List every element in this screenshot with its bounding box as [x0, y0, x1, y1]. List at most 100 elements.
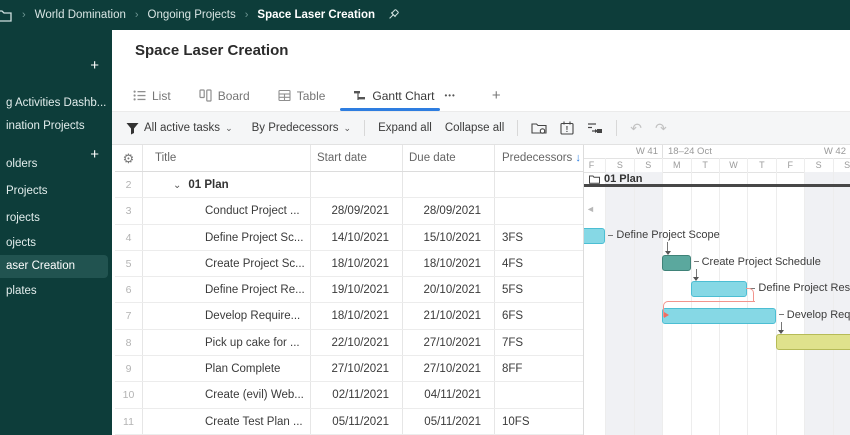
- due-date-cell[interactable]: 04/11/2021: [403, 382, 495, 408]
- task-title-cell[interactable]: Define Project Sc...: [143, 224, 311, 250]
- gantt-bar-label: Define Project Resources: [750, 280, 850, 296]
- predecessors-cell[interactable]: 6FS: [495, 303, 579, 328]
- gantt-bar[interactable]: [690, 281, 748, 298]
- start-date-cell[interactable]: 02/11/2021: [311, 382, 403, 408]
- tab-add-icon[interactable]: +: [492, 87, 501, 104]
- gantt-gridline: [633, 158, 635, 435]
- predecessors-cell[interactable]: 10FS: [495, 409, 579, 434]
- table-row[interactable]: 8 Pick up cake for ... 22/10/2021 27/10/202…: [115, 329, 583, 357]
- task-title-cell[interactable]: Create Test Plan ...: [143, 408, 311, 434]
- day-header: S: [616, 160, 623, 170]
- sort-desc-icon[interactable]: ↓: [575, 145, 581, 172]
- day-header: F: [588, 160, 595, 170]
- expand-all-button[interactable]: Expand all: [378, 122, 432, 134]
- workspace-folder-icon[interactable]: [0, 7, 13, 23]
- undo-icon[interactable]: ↶: [630, 120, 642, 137]
- start-date-cell[interactable]: 19/10/2021: [311, 277, 403, 303]
- sidebar-add-icon[interactable]: +: [90, 58, 99, 73]
- start-date-cell[interactable]: 14/10/2021: [311, 224, 403, 250]
- table-row[interactable]: 11 Create Test Plan ... 05/11/2021 05/11/20…: [115, 408, 583, 435]
- due-date-cell[interactable]: [403, 172, 495, 198]
- predecessors-cell[interactable]: 5FS: [495, 277, 579, 302]
- start-date-cell[interactable]: 22/10/2021: [311, 329, 403, 356]
- sidebar-item[interactable]: rojects: [0, 207, 108, 230]
- tab-board[interactable]: Board: [199, 80, 250, 111]
- sidebar-item[interactable]: Projects: [0, 180, 108, 203]
- task-title-cell[interactable]: ⌄ 01 Plan: [143, 172, 311, 198]
- due-date-cell[interactable]: 27/10/2021: [403, 356, 495, 382]
- task-title-cell[interactable]: Create (evil) Web...: [143, 382, 311, 408]
- predecessors-cell[interactable]: 4FS: [495, 251, 579, 276]
- task-title-cell[interactable]: Plan Complete: [143, 356, 311, 382]
- sidebar-item-label: Projects: [6, 185, 48, 197]
- task-title-cell[interactable]: Pick up cake for ...: [143, 329, 311, 356]
- sidebar-item[interactable]: g Activities Dashb...: [0, 92, 108, 115]
- folder-settings-icon[interactable]: [531, 121, 547, 135]
- breadcrumb-item[interactable]: World Domination: [35, 9, 126, 21]
- offscreen-task-marker-icon[interactable]: ◄: [586, 204, 595, 214]
- table-row[interactable]: 10 Create (evil) Web... 02/11/2021 04/11/20…: [115, 382, 583, 409]
- task-title-cell[interactable]: Conduct Project ...: [143, 198, 311, 224]
- breadcrumb-item[interactable]: Ongoing Projects: [148, 9, 236, 21]
- dependency-arrowhead: [664, 250, 671, 255]
- table-row[interactable]: 5 Create Project Sc... 18/10/2021 18/10/202…: [115, 250, 583, 278]
- due-date-cell[interactable]: 28/09/2021: [403, 198, 495, 224]
- tab-gantt-chart[interactable]: Gantt Chart: [353, 80, 434, 111]
- tab-table[interactable]: Table: [278, 80, 325, 111]
- date-conflict-icon[interactable]: !: [560, 121, 574, 135]
- due-date-cell[interactable]: 15/10/2021: [403, 224, 495, 250]
- sidebar-item[interactable]: ination Projects: [0, 115, 108, 138]
- gantt-summary-bar: [584, 184, 850, 187]
- column-settings-gear-icon[interactable]: ⚙: [123, 151, 135, 166]
- collapse-chevron-icon[interactable]: ⌄: [173, 180, 181, 191]
- predecessors-cell[interactable]: [495, 382, 579, 407]
- predecessors-cell[interactable]: 8FF: [495, 356, 579, 381]
- breadcrumb-current[interactable]: Space Laser Creation: [257, 9, 375, 21]
- table-row[interactable]: 3 Conduct Project ... 28/09/2021 28/09/2021: [115, 198, 583, 225]
- predecessors-cell[interactable]: [495, 198, 579, 223]
- column-header-predecessors[interactable]: Predecessors ↓: [495, 145, 581, 172]
- sidebar-item[interactable]: plates: [0, 280, 108, 303]
- tab-list[interactable]: List: [133, 80, 171, 111]
- column-header-start-date[interactable]: Start date: [311, 145, 403, 171]
- table-row[interactable]: 2 ⌄ 01 Plan: [115, 172, 583, 199]
- predecessors-cell[interactable]: 3FS: [495, 225, 579, 250]
- filter-button[interactable]: All active tasks ⌄: [126, 122, 233, 135]
- sidebar-item[interactable]: olders: [0, 153, 108, 176]
- table-row[interactable]: 4 Define Project Sc... 14/10/2021 15/10/202…: [115, 224, 583, 251]
- tab-label: Gantt Chart: [372, 88, 435, 103]
- table-row[interactable]: 6 Define Project Re... 19/10/2021 20/10/202…: [115, 277, 583, 304]
- pin-icon[interactable]: [386, 8, 400, 22]
- table-row[interactable]: 9 Plan Complete 27/10/2021 27/10/2021 8FF: [115, 356, 583, 383]
- tab-more-icon[interactable]: •••: [444, 91, 455, 100]
- table-row[interactable]: 7 Develop Require... 18/10/2021 21/10/2021 6…: [115, 303, 583, 330]
- due-date-cell[interactable]: 27/10/2021: [403, 329, 495, 356]
- task-title-cell[interactable]: Define Project Re...: [143, 277, 311, 303]
- start-date-cell[interactable]: 18/10/2021: [311, 250, 403, 277]
- start-date-cell[interactable]: [311, 172, 403, 198]
- start-date-cell[interactable]: 05/11/2021: [311, 408, 403, 434]
- predecessors-cell[interactable]: [495, 172, 579, 197]
- sidebar-item[interactable]: aser Creation: [0, 255, 108, 278]
- due-date-cell[interactable]: 21/10/2021: [403, 303, 495, 329]
- redo-icon[interactable]: ↷: [655, 120, 667, 137]
- reschedule-icon[interactable]: [587, 121, 603, 135]
- due-date-cell[interactable]: 20/10/2021: [403, 277, 495, 303]
- start-date-cell[interactable]: 18/10/2021: [311, 303, 403, 329]
- gantt-bar[interactable]: [662, 254, 691, 271]
- gantt-bar[interactable]: [584, 228, 606, 244]
- task-title-cell[interactable]: Create Project Sc...: [143, 250, 311, 277]
- group-by-button[interactable]: By Predecessors ⌄: [252, 122, 351, 134]
- predecessors-cell[interactable]: 7FS: [495, 330, 579, 355]
- gantt-bar[interactable]: [775, 334, 850, 351]
- task-title-cell[interactable]: Develop Require...: [143, 303, 311, 329]
- sidebar-item[interactable]: ojects: [0, 232, 108, 255]
- column-header-due-date[interactable]: Due date: [403, 145, 495, 171]
- column-header-title[interactable]: Title: [143, 145, 311, 171]
- due-date-cell[interactable]: 05/11/2021: [403, 408, 495, 434]
- collapse-all-button[interactable]: Collapse all: [445, 122, 504, 134]
- row-number: 6: [115, 277, 143, 303]
- start-date-cell[interactable]: 28/09/2021: [311, 198, 403, 224]
- due-date-cell[interactable]: 18/10/2021: [403, 250, 495, 277]
- start-date-cell[interactable]: 27/10/2021: [311, 356, 403, 382]
